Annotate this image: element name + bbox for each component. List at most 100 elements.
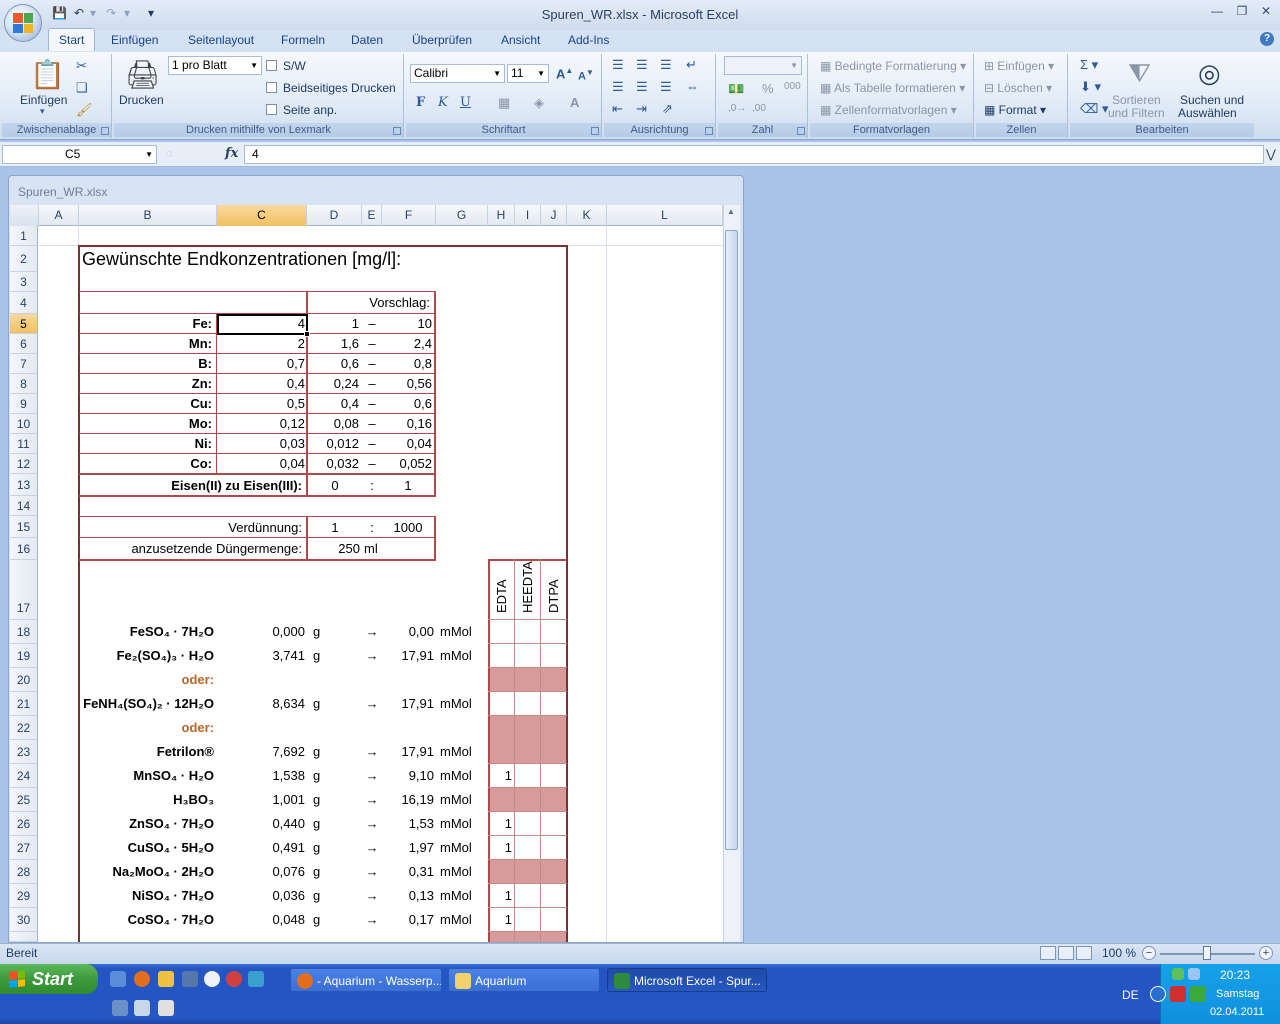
element-value[interactable]: 0,5 (220, 396, 305, 411)
conditional-formatting-button[interactable]: ▦ Bedingte Formatierung ▾ (820, 59, 966, 73)
element-max[interactable]: 0,6 (382, 396, 432, 411)
increase-indent-icon[interactable]: ⇥ (636, 101, 647, 117)
compound-mass[interactable]: 0,440 (220, 816, 305, 831)
edta-flag[interactable]: 1 (490, 816, 512, 831)
edta-flag[interactable]: 1 (490, 888, 512, 903)
element-max[interactable]: 0,56 (382, 376, 432, 391)
taskbar-item-excel[interactable]: Microsoft Excel - Spur... (607, 968, 767, 992)
edta-flag[interactable]: 1 (490, 840, 512, 855)
printer-icon[interactable]: 🖨 (125, 58, 161, 91)
autosum-icon[interactable]: Σ ▾ (1080, 57, 1098, 73)
element-max[interactable]: 2,4 (382, 336, 432, 351)
element-min[interactable]: 0,4 (310, 396, 359, 411)
dilution-b[interactable]: 1000 (382, 520, 434, 535)
language-indicator[interactable]: DE (1122, 988, 1139, 1002)
row-header[interactable]: 11 (10, 434, 38, 454)
row-header[interactable]: 8 (10, 374, 38, 394)
copy-icon[interactable]: ❏ (76, 80, 88, 96)
sort-filter-icon[interactable]: ⧨ (1128, 58, 1151, 90)
merge-center-icon[interactable]: ⇔ (686, 79, 699, 94)
compound-mmol[interactable]: 0,17 (382, 912, 434, 927)
element-value[interactable]: 0,03 (220, 436, 305, 451)
dialog-launcher-icon[interactable] (591, 127, 599, 135)
element-max[interactable]: 0,16 (382, 416, 432, 431)
row-header[interactable]: 16 (10, 538, 38, 560)
media-icon[interactable] (204, 971, 220, 987)
row-header[interactable]: 4 (10, 292, 38, 314)
compound-mass[interactable]: 0,491 (220, 840, 305, 855)
row-header[interactable]: 2 (10, 246, 38, 272)
element-min[interactable]: 0,032 (310, 456, 359, 471)
zoom-level[interactable]: 100 % (1102, 946, 1136, 960)
row-header[interactable]: 27 (10, 836, 38, 860)
taskbar-item-folder[interactable]: Aquarium (448, 968, 600, 992)
quicklaunch-icon[interactable] (158, 1000, 174, 1016)
compound-name[interactable]: NiSO₄ · 7H₂O (82, 888, 214, 903)
tab-daten[interactable]: Daten (351, 33, 383, 47)
element-min[interactable]: 0,08 (310, 416, 359, 431)
row-header[interactable]: 15 (10, 516, 38, 538)
tab-einfuegen[interactable]: Einfügen (111, 33, 158, 47)
edta-flag[interactable]: 1 (490, 912, 512, 927)
zoom-slider-thumb[interactable] (1203, 946, 1211, 960)
increase-decimal-icon[interactable]: ,0→ (728, 103, 746, 114)
font-size-select[interactable]: 11 ▼ (507, 64, 549, 83)
element-label[interactable]: B: (82, 356, 212, 371)
zoom-in-icon[interactable]: + (1259, 946, 1273, 960)
paste-button[interactable]: Einfügen (20, 93, 67, 107)
compound-mass[interactable]: 0,000 (220, 624, 305, 639)
iron-ratio-label[interactable]: Eisen(II) zu Eisen(III): (82, 478, 302, 493)
element-min[interactable]: 1,6 (310, 336, 359, 351)
tray-icon[interactable] (1188, 968, 1200, 980)
fertilizer-label[interactable]: anzusetzende Düngermenge: (82, 541, 302, 556)
restore-icon[interactable]: ❐ (1231, 4, 1253, 22)
compound-mmol[interactable]: 17,91 (382, 696, 434, 711)
sort-filter-button[interactable]: Sortieren (1112, 93, 1161, 107)
iron-ratio-b[interactable]: 1 (382, 478, 434, 493)
number-format-select[interactable]: ▼ (724, 56, 802, 75)
column-header[interactable]: F (382, 205, 436, 226)
compound-mmol[interactable]: 9,10 (382, 768, 434, 783)
compound-mmol[interactable]: 0,31 (382, 864, 434, 879)
quicklaunch-icon[interactable] (248, 971, 264, 987)
column-header[interactable]: K (567, 205, 607, 226)
column-header[interactable]: L (607, 205, 723, 226)
tab-ueberpruefen[interactable]: Überprüfen (412, 33, 472, 47)
compound-name[interactable]: FeNH₄(SO₄)₂ · 12H₂O (82, 696, 214, 711)
element-label[interactable]: Fe: (82, 316, 213, 331)
tab-ansicht[interactable]: Ansicht (501, 33, 540, 47)
sheet-heading[interactable]: Gewünschte Endkonzentrationen [mg/l]: (82, 249, 401, 270)
element-value[interactable]: 0,12 (220, 416, 305, 431)
element-label[interactable]: Mo: (82, 416, 212, 431)
compound-mass[interactable]: 0,076 (220, 864, 305, 879)
align-bottom-icon[interactable]: ☰ (660, 57, 672, 73)
shrink-font-icon[interactable]: A▼ (578, 68, 594, 83)
compound-mass[interactable]: 7,692 (220, 744, 305, 759)
element-label[interactable]: Zn: (82, 376, 212, 391)
percent-icon[interactable]: % (762, 81, 774, 96)
dilution-label[interactable]: Verdünnung: (82, 520, 302, 535)
element-max[interactable]: 0,8 (382, 356, 432, 371)
tab-start[interactable]: Start (48, 28, 96, 51)
select-all-button[interactable] (10, 205, 39, 226)
compound-name[interactable]: CuSO₄ · 5H₂O (82, 840, 214, 855)
format-painter-icon[interactable]: 🖌 (76, 102, 93, 118)
row-header[interactable]: 22 (10, 716, 38, 740)
element-value[interactable]: 2 (220, 336, 305, 351)
binoculars-icon[interactable]: ◎ (1198, 58, 1221, 89)
row-header[interactable]: 13 (10, 474, 38, 496)
element-value[interactable]: 4 (220, 316, 305, 331)
name-box[interactable]: C5 ▼ (2, 145, 157, 164)
element-max[interactable]: 0,052 (382, 456, 432, 471)
chelate-header-edta[interactable]: EDTA (494, 579, 509, 613)
align-left-icon[interactable]: ☰ (612, 79, 624, 95)
tray-arrow-icon[interactable] (1150, 986, 1166, 1002)
zoom-out-icon[interactable]: − (1142, 946, 1156, 960)
paste-dropdown-icon[interactable]: ▾ (40, 106, 45, 117)
compound-name[interactable]: H₃BO₃ (82, 792, 214, 807)
quicklaunch-icon[interactable] (182, 971, 198, 987)
scroll-up-icon[interactable]: ▲ (727, 207, 735, 216)
duplex-checkbox[interactable]: Beidseitiges Drucken (266, 81, 396, 95)
row-header[interactable]: 9 (10, 394, 38, 414)
element-min[interactable]: 0,24 (310, 376, 359, 391)
